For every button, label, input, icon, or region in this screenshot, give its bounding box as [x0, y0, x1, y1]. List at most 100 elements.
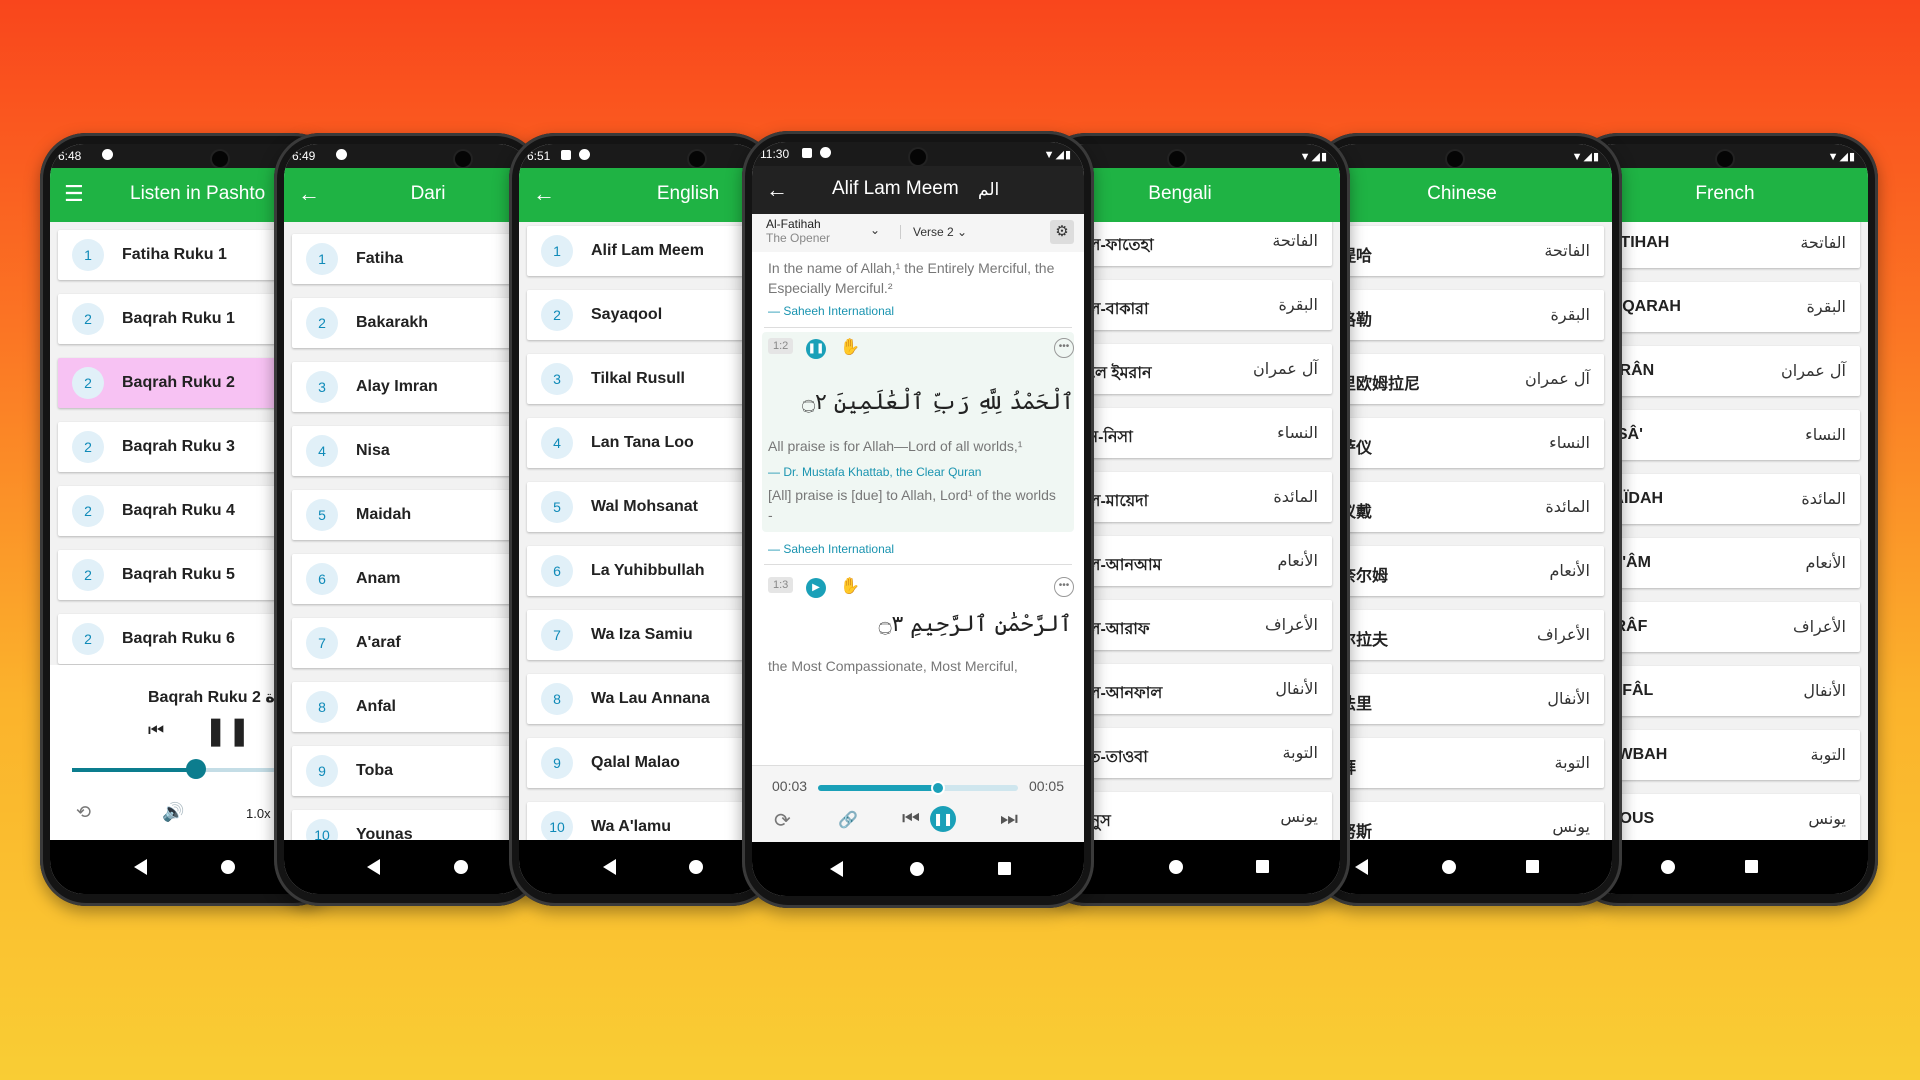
surah-selector[interactable]: Al-Fatihah The Opener ⌄ [766, 217, 880, 245]
verse-2-source-1[interactable]: — Dr. Mustafa Khattab, the Clear Quran [768, 465, 981, 479]
list-item[interactable]: 艾尔拉夫 الأعراف [1322, 610, 1604, 660]
list-item[interactable]: N-NISÂ'النساء [1582, 410, 1860, 460]
list-item[interactable]: 4 Nisa [292, 426, 524, 476]
item-arabic-name: الفاتحة [1272, 231, 1318, 250]
recents-icon[interactable] [998, 862, 1011, 875]
skip-prev-icon[interactable]: ⏮ [902, 808, 920, 831]
verse-list: In the name of Allah,¹ the Entirely Merc… [752, 252, 1084, 766]
settings-icon[interactable]: ⚙ [1050, 220, 1074, 244]
list-item[interactable]: 玛仪戴المائدة [1322, 482, 1604, 532]
home-icon[interactable] [689, 860, 703, 874]
menu-icon[interactable]: ☰ [64, 181, 84, 207]
home-icon[interactable] [1442, 860, 1456, 874]
list-item[interactable]: 2 Bakarakh [292, 298, 524, 348]
seek-thumb[interactable] [931, 781, 945, 795]
tafsir-icon[interactable]: ✋ [840, 576, 860, 596]
list-item[interactable]: 2 Sayaqool [527, 290, 759, 340]
home-icon[interactable] [454, 860, 468, 874]
more-icon[interactable]: ••• [1054, 338, 1074, 358]
list-item[interactable]: L-MÂÏDAH المائدة [1582, 474, 1860, 524]
list-item[interactable]: 法提哈الفاتحة [1322, 226, 1604, 276]
list-item[interactable]: L-A'RÂFالأعراف [1582, 602, 1860, 652]
surah-subtitle: The Opener [766, 231, 831, 245]
back-arrow-icon[interactable]: ← [766, 177, 788, 203]
link-icon[interactable]: 🔗 [838, 810, 858, 830]
item-title: A'araf [356, 634, 401, 651]
list-item[interactable]: 1 Fatiha [292, 234, 524, 284]
home-icon[interactable] [221, 860, 235, 874]
back-nav-icon[interactable] [134, 859, 147, 875]
list-item[interactable]: 艾奈尔姆 الأنعام [1322, 546, 1604, 596]
item-title: Wa A'lamu [591, 818, 671, 835]
recents-icon[interactable] [1526, 860, 1539, 873]
list-item[interactable]: L 'IMRÂNآل عمران [1582, 346, 1860, 396]
list-item[interactable]: 1 Alif Lam Meem [527, 226, 759, 276]
play-icon[interactable]: ▶ [806, 578, 826, 598]
verse-2-source-2[interactable]: — Saheeh International [768, 542, 894, 556]
pause-icon[interactable]: ❚❚ [806, 339, 826, 359]
list-item[interactable]: 10 Younas [292, 810, 524, 840]
item-arabic-name: آل عمران [1525, 369, 1590, 388]
list-item[interactable]: 拜格勒البقرة [1322, 290, 1604, 340]
seek-thumb[interactable] [185, 759, 206, 779]
back-nav-icon[interactable] [603, 859, 616, 875]
seek-bar[interactable] [818, 781, 1018, 795]
pause-icon[interactable]: ❚❚ [204, 714, 251, 747]
list-item[interactable]: L-BAQARAH البقرة [1582, 282, 1860, 332]
back-nav-icon[interactable] [830, 861, 843, 877]
list-item[interactable]: 5 Wal Mohsanat [527, 482, 759, 532]
list-item[interactable]: 尼萨仪النساء [1322, 418, 1604, 468]
list-item[interactable]: L-AN'ÂMالأنعام [1582, 538, 1860, 588]
list-item[interactable]: 3 Tilkal Rusull [527, 354, 759, 404]
list-item[interactable]: 3 Alay Imran [292, 362, 524, 412]
home-icon[interactable] [1661, 860, 1675, 874]
pause-icon[interactable]: ❚❚ [930, 806, 956, 832]
list-item[interactable]: 9 Qalal Malao [527, 738, 759, 788]
recents-icon[interactable] [1256, 860, 1269, 873]
repeat-icon[interactable]: ⟲ [76, 802, 91, 823]
list-item[interactable]: 8 Anfal [292, 682, 524, 732]
list-item[interactable]: L-ANFÂLالأنفال [1582, 666, 1860, 716]
verse-selector[interactable]: Verse 2 ⌄ [900, 225, 967, 239]
list-item[interactable]: 9 Toba [292, 746, 524, 796]
list-item[interactable]: 10 Wa A'lamu [527, 802, 759, 840]
list-item[interactable]: 4 Lan Tana Loo [527, 418, 759, 468]
screen-dari: 6:49 ← Dari 1 Fatiha 2 Bakarakh 3 Alay Imran 4… [284, 144, 532, 894]
list-item[interactable]: 6 Anam [292, 554, 524, 604]
item-number-badge: 2 [72, 559, 104, 591]
list-item[interactable]: 8 Wa Lau Annana [527, 674, 759, 724]
list-item[interactable]: 安法里الأنفال [1322, 674, 1604, 724]
verse-number-tag: 1:2 [768, 338, 794, 354]
divider [764, 327, 1072, 328]
item-title: Baqrah Ruku 4 [122, 502, 235, 519]
list-item[interactable]: L-FÂTIHAH الفاتحة [1582, 222, 1860, 268]
verse-1-source[interactable]: — Saheeh International [768, 304, 894, 318]
tafsir-icon[interactable]: ✋ [840, 337, 860, 357]
item-arabic-name: البقرة [1278, 295, 1318, 314]
list-item[interactable]: 7 Wa Iza Samiu [527, 610, 759, 660]
list-item[interactable]: 阿里欧姆拉尼 آل عمران [1322, 354, 1604, 404]
list-item[interactable]: T-TAWBAH التوبة [1582, 730, 1860, 780]
item-arabic-name: الفاتحة [1544, 241, 1590, 260]
skip-prev-icon[interactable]: ⏮ [148, 720, 164, 741]
list-item[interactable]: 6 La Yuhibbullah [527, 546, 759, 596]
notification-icon [102, 149, 113, 160]
back-nav-icon[interactable] [367, 859, 380, 875]
list-item[interactable]: OUNOUSيونس [1582, 794, 1860, 840]
list-item[interactable]: 7 A'araf [292, 618, 524, 668]
home-icon[interactable] [1169, 860, 1183, 874]
refresh-icon[interactable]: ⟳ [774, 808, 791, 833]
home-icon[interactable] [910, 862, 924, 876]
volume-icon[interactable]: 🔊 [162, 802, 184, 823]
skip-next-icon[interactable]: ⏭ [1000, 808, 1018, 831]
item-arabic-name: الفاتحة [1800, 233, 1846, 252]
recents-icon[interactable] [1745, 860, 1758, 873]
item-title: Younas [356, 826, 413, 840]
playback-speed[interactable]: 1.0x [246, 806, 271, 821]
list-item[interactable]: 5 Maidah [292, 490, 524, 540]
list-item[interactable]: 讨拜التوبة [1322, 738, 1604, 788]
list-item[interactable]: 优努斯يونس [1322, 802, 1604, 840]
back-nav-icon[interactable] [1355, 859, 1368, 875]
more-icon[interactable]: ••• [1054, 577, 1074, 597]
status-bar: ▼◢▮ [1050, 144, 1340, 168]
